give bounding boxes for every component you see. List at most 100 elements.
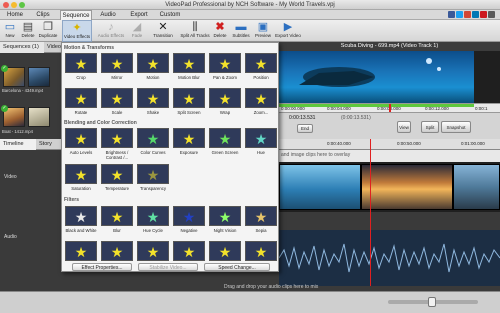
duplicate-button[interactable]: ❐ Duplicate	[38, 20, 58, 42]
fx-position[interactable]: ★	[245, 53, 277, 73]
fx-shake[interactable]: ★	[137, 88, 169, 108]
fx-black-and-white[interactable]: ★	[65, 206, 97, 226]
fx-pan-zoom[interactable]: ★	[209, 53, 241, 73]
video-clip-sunset[interactable]	[361, 164, 453, 210]
fx-wrap[interactable]: ★	[209, 88, 241, 108]
tab-video-files[interactable]: Video	[44, 42, 62, 53]
split-all-tracks-button[interactable]: ⫼ Split All Tracks	[180, 20, 210, 42]
fx-zoom[interactable]: ★	[245, 88, 277, 108]
tab-clips[interactable]: Clips	[30, 10, 56, 20]
fx-exposure[interactable]: ★	[173, 128, 205, 148]
fx-motion[interactable]: ★	[137, 53, 169, 73]
fx-tile[interactable]: ★	[101, 241, 133, 261]
new-button[interactable]: ▭ New	[2, 20, 18, 42]
delete-sequence-button[interactable]: ▤ Delete	[20, 20, 36, 42]
fx-tile[interactable]: ★	[137, 241, 169, 261]
fx-motion-blur[interactable]: ★	[173, 53, 205, 73]
fx-label: Zoom...	[253, 110, 269, 115]
fx-label: Hue Cycle	[143, 228, 163, 233]
timeline-playhead[interactable]	[370, 139, 371, 286]
fx-hue[interactable]: ★	[245, 128, 277, 148]
fx-label: Black and White	[65, 228, 97, 233]
fx-tile[interactable]: ★	[209, 241, 241, 261]
tab-export[interactable]: Export	[126, 10, 152, 20]
subtitles-button[interactable]: ▬ Subtitles	[230, 20, 252, 42]
duration-timecode: (0:00:13.531)	[341, 115, 371, 121]
end-button[interactable]: End	[297, 124, 313, 133]
google-plus-icon[interactable]	[464, 11, 471, 18]
tab-sequence[interactable]: Sequence	[60, 10, 92, 20]
toolbar: ▭ New ▤ Delete ❐ Duplicate ✦ Video Effec…	[0, 20, 500, 42]
audio-track[interactable]	[279, 230, 500, 286]
zoom-slider-handle[interactable]	[428, 297, 436, 307]
overlay-track[interactable]: and image clips here to overlay	[279, 150, 500, 162]
star-icon: ★	[218, 209, 232, 225]
fx-negative[interactable]: ★	[173, 206, 205, 226]
fx-rotate[interactable]: ★	[65, 88, 97, 108]
fx-blur[interactable]: ★	[101, 206, 133, 226]
fx-tile[interactable]: ★	[65, 241, 97, 261]
fx-label: Pan & Zoom	[213, 75, 237, 80]
fx-brightness-contrast[interactable]: ★	[101, 128, 133, 148]
fx-scale[interactable]: ★	[101, 88, 133, 108]
media-thumbnail[interactable]	[28, 107, 50, 127]
fx-green-screen[interactable]: ★	[209, 128, 241, 148]
star-icon: ★	[74, 167, 88, 183]
transition-button[interactable]: ✕ Transition	[150, 20, 176, 42]
export-video-button[interactable]: ▶ Export Video	[274, 20, 302, 42]
fx-label: Crop	[76, 75, 86, 80]
stabilize-video-button[interactable]: Stabilize Video...	[138, 263, 198, 271]
video-track[interactable]	[279, 162, 500, 212]
help-icon[interactable]	[488, 11, 495, 18]
fx-label: Brightness / Contrast /...	[105, 150, 129, 160]
split-button[interactable]: Split	[421, 121, 439, 133]
twitter-icon[interactable]	[456, 11, 463, 18]
youtube-icon[interactable]	[480, 11, 487, 18]
fx-label: Exposure	[179, 150, 199, 155]
audio-effects-icon: ♪	[108, 21, 114, 33]
fx-color-curves[interactable]: ★	[137, 128, 169, 148]
tab-storyboard[interactable]: Story	[36, 139, 62, 150]
star-icon: ★	[182, 91, 196, 107]
tab-home[interactable]: Home	[4, 10, 26, 20]
fx-hue-cycle[interactable]: ★	[137, 206, 169, 226]
fx-transparency[interactable]: ★	[137, 164, 169, 184]
preview-button[interactable]: ▣ Preview	[254, 20, 272, 42]
fade-button[interactable]: ◢ Fade	[128, 20, 146, 42]
facebook-icon[interactable]	[448, 11, 455, 18]
fx-split-screen[interactable]: ★	[173, 88, 205, 108]
tab-audio[interactable]: Audio	[96, 10, 120, 20]
star-icon: ★	[110, 131, 124, 147]
fx-crop[interactable]: ★	[65, 53, 97, 73]
fx-saturation[interactable]: ★	[65, 164, 97, 184]
fx-label: Sepia	[255, 228, 267, 233]
fx-mirror[interactable]: ★	[101, 53, 133, 73]
snapshot-button[interactable]: Snapshot	[441, 121, 471, 133]
fx-auto-levels[interactable]: ★	[65, 128, 97, 148]
star-icon: ★	[146, 131, 160, 147]
fx-label: Motion	[146, 75, 160, 80]
fx-sepia[interactable]: ★	[245, 206, 277, 226]
speed-change-button[interactable]: Speed Change...	[204, 263, 270, 271]
current-timecode: 0:00:13.531	[289, 115, 316, 121]
fx-label: Blur	[113, 228, 121, 233]
video-clip-boat[interactable]	[453, 164, 500, 210]
video-effects-button[interactable]: ✦ Video Effects	[62, 20, 92, 42]
view-button[interactable]: View	[397, 121, 411, 133]
fx-tile[interactable]: ★	[173, 241, 205, 261]
fx-label: Hue	[257, 150, 265, 155]
linkedin-icon[interactable]	[472, 11, 479, 18]
audio-effects-button[interactable]: ♪ Audio Effects	[96, 20, 126, 42]
fx-label: Split Screen	[177, 110, 201, 115]
tab-custom[interactable]: Custom	[156, 10, 184, 20]
tab-timeline[interactable]: Timeline	[0, 139, 36, 150]
effect-properties-button[interactable]: Effect Properties...	[72, 263, 132, 271]
tab-sequences[interactable]: Sequences (1)	[0, 42, 44, 53]
media-thumbnail[interactable]	[28, 67, 50, 87]
fx-tile[interactable]: ★	[245, 241, 277, 261]
video-clip-scuba[interactable]	[279, 164, 361, 210]
fx-night-vision[interactable]: ★	[209, 206, 241, 226]
delete-button[interactable]: ✖ Delete	[212, 20, 228, 42]
fx-temperature[interactable]: ★	[101, 164, 133, 184]
timeline-tick: 0:00:50.000	[397, 141, 421, 146]
